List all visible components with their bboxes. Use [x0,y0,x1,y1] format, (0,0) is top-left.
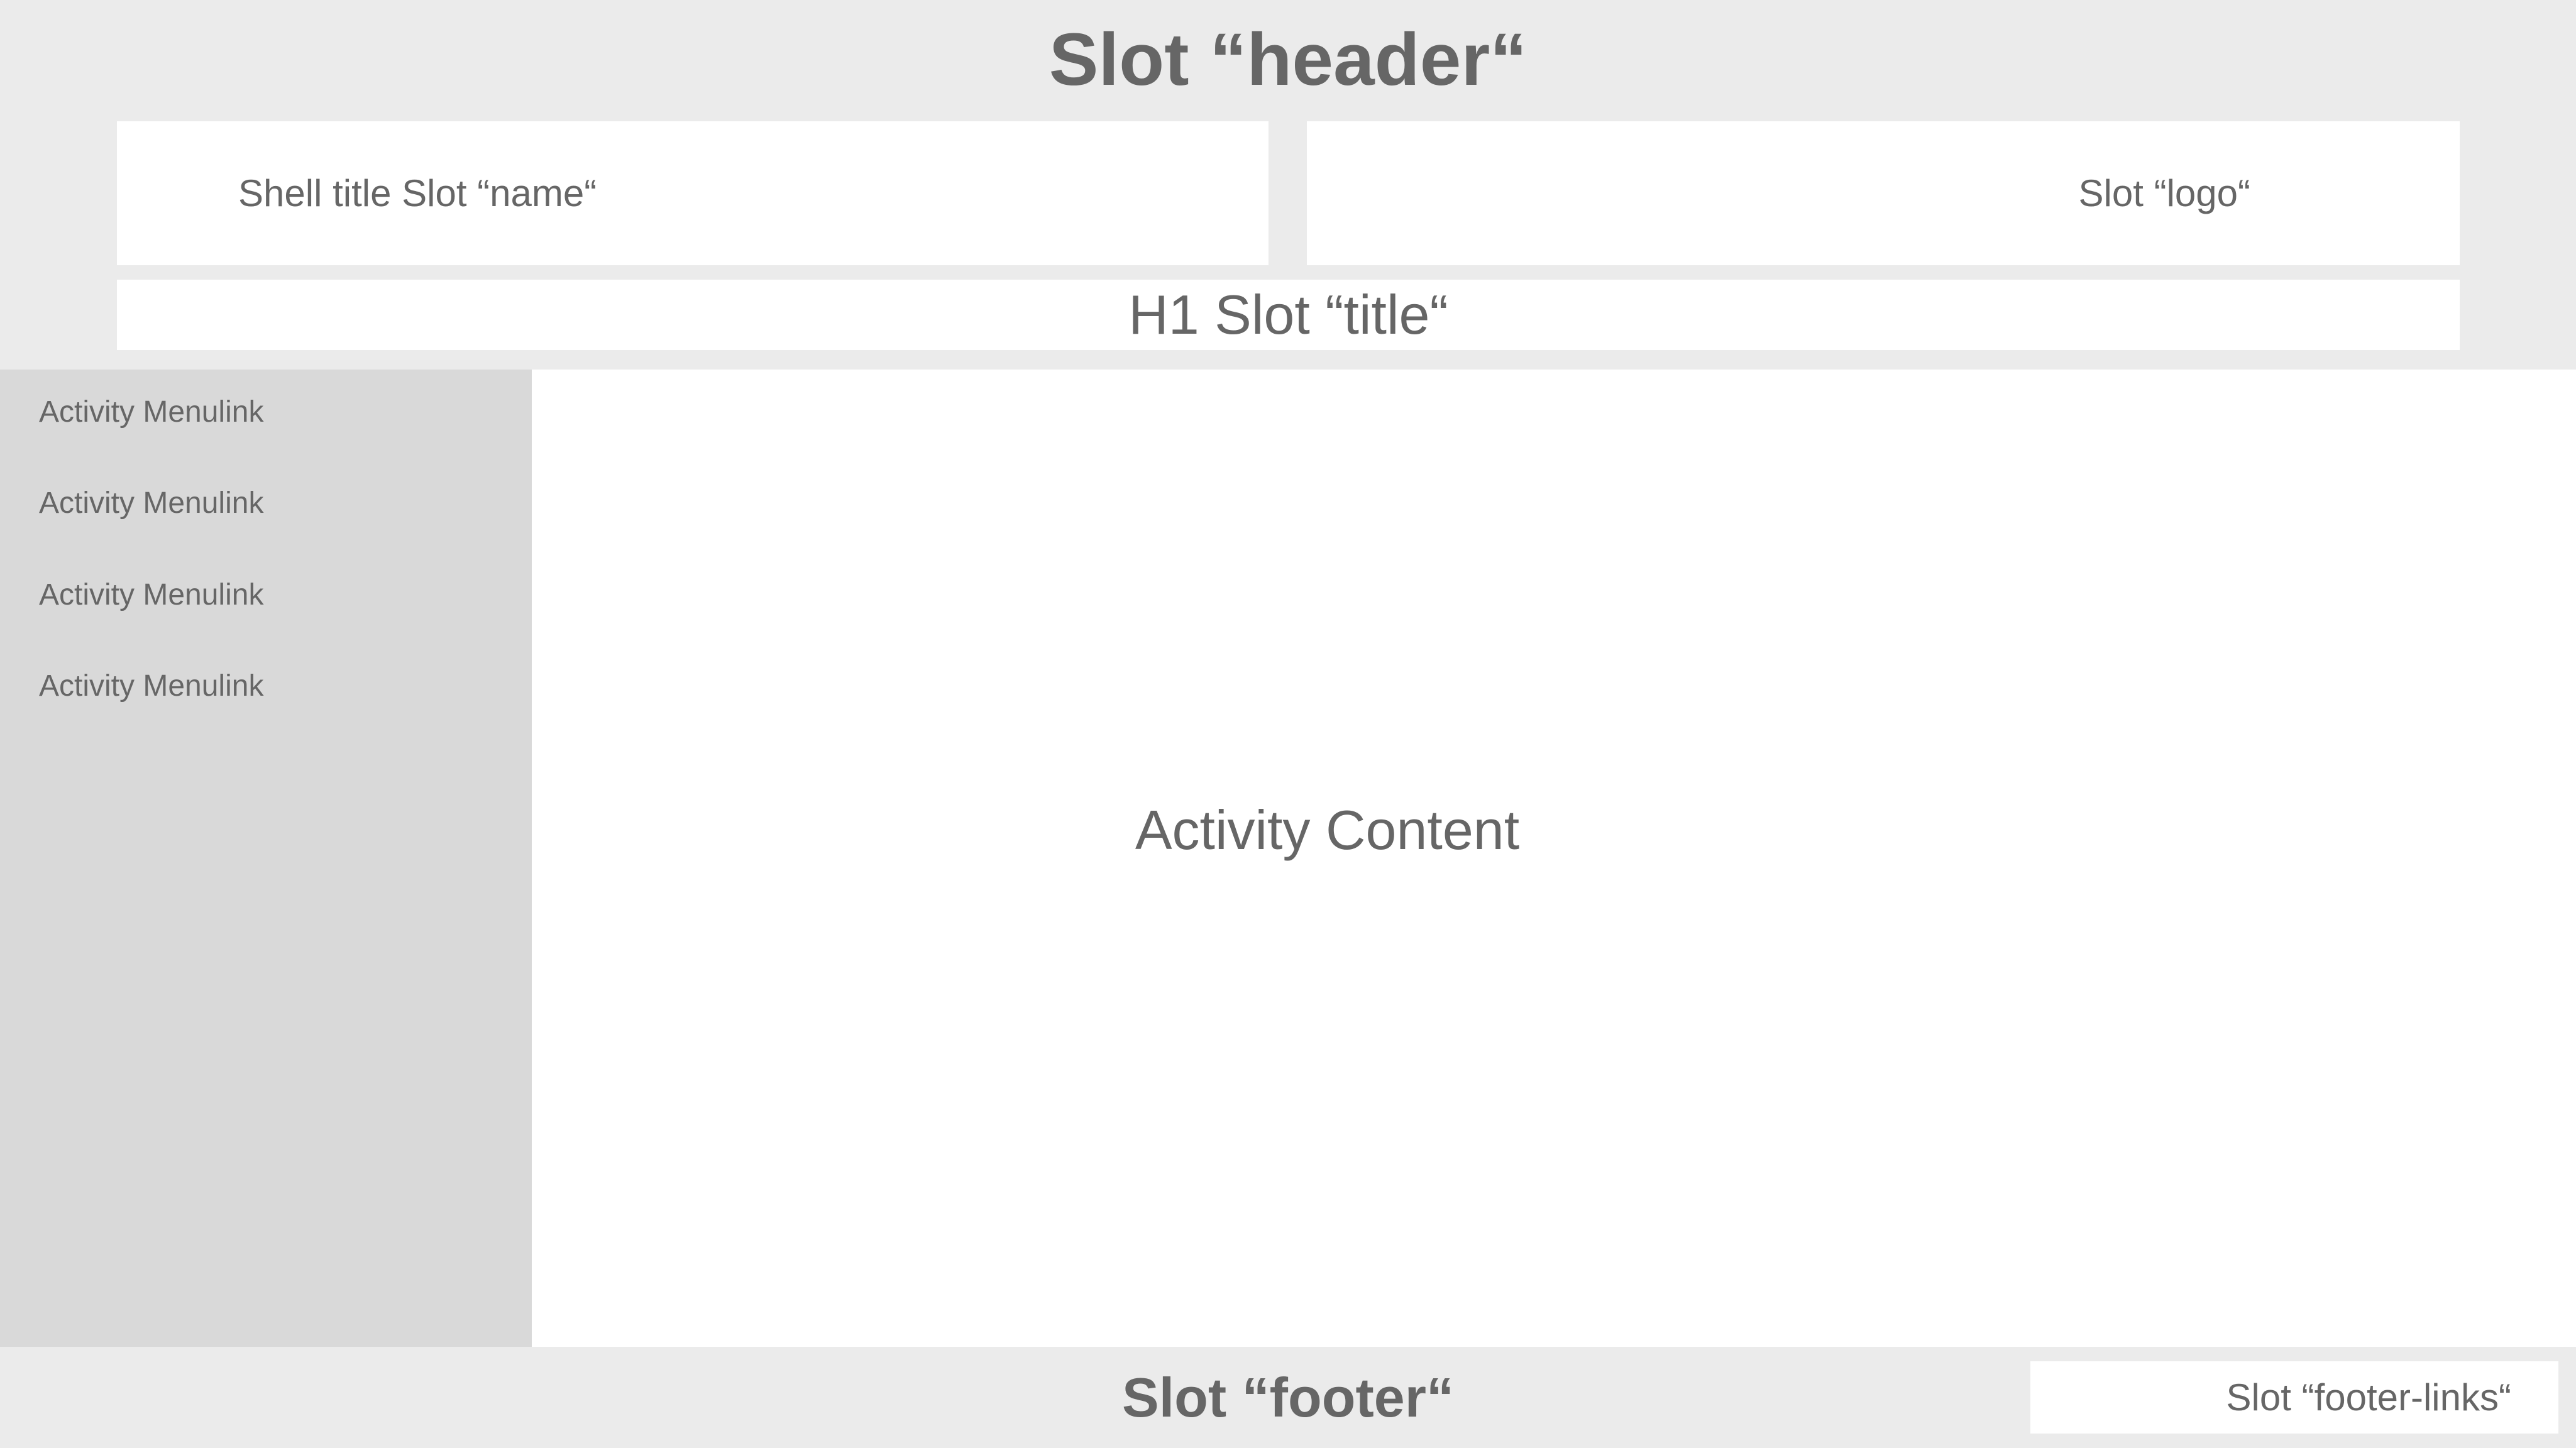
shell-title-name-slot: Shell title Slot “name“ [117,121,1269,265]
footer-slot: Slot “footer“ Slot “footer-links“ [0,1347,2576,1448]
activity-content-area: Activity Content [532,370,2576,1347]
activity-menulink-3[interactable]: Activity Menulink [39,578,263,612]
activity-menulink-4[interactable]: Activity Menulink [39,669,263,703]
activity-content-label: Activity Content [1135,798,1520,861]
page-title-slot: H1 Slot “title“ [117,280,2460,350]
activity-menulink-1[interactable]: Activity Menulink [39,395,263,429]
header-slot-label: Slot “header“ [1049,18,1527,101]
activity-menulink-2[interactable]: Activity Menulink [39,486,263,520]
activity-menu: Activity Menulink Activity Menulink Acti… [0,370,532,1347]
header-slot: Slot “header“ Shell title Slot “name“ Sl… [0,0,2576,370]
logo-slot: Slot “logo“ [1307,121,2460,265]
footer-links-slot: Slot “footer-links“ [2030,1361,2558,1434]
shell-layout: Slot “header“ Shell title Slot “name“ Sl… [0,0,2576,1448]
